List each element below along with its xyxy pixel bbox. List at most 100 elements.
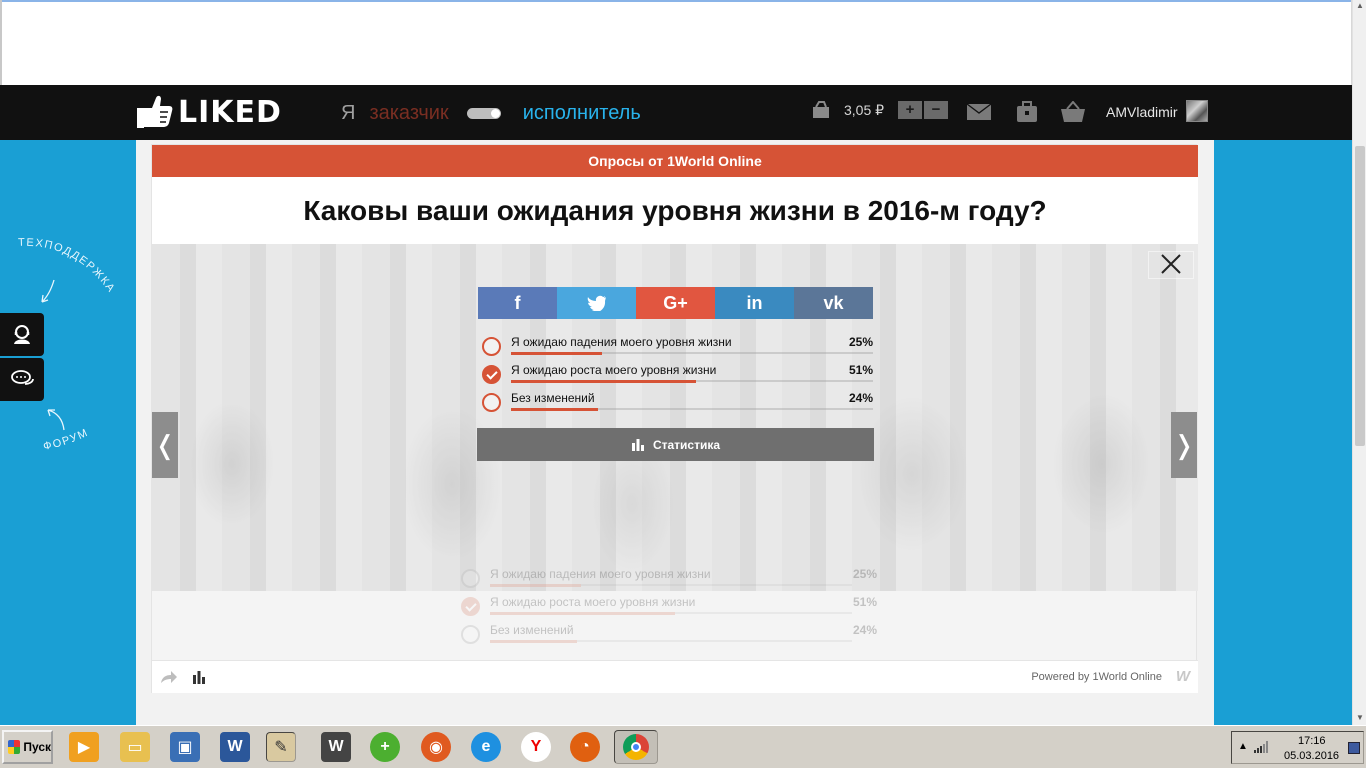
firefox-old-icon[interactable]: ◉	[421, 732, 451, 762]
clock-time[interactable]: 17:16	[1298, 735, 1326, 747]
facebook-share-button[interactable]: f	[478, 287, 557, 319]
poll-question: Каковы ваши ожидания уровня жизни в 2016…	[152, 177, 1198, 244]
linkedin-share-button[interactable]: in	[715, 287, 794, 319]
media-player-icon[interactable]: ▶	[69, 732, 99, 762]
withdraw-funds-button[interactable]: −	[924, 101, 948, 119]
hand-logo-icon	[137, 95, 173, 128]
ghost-option: Я ожидаю роста моего уровня жизни 51%	[457, 591, 877, 619]
option-label: Без изменений	[511, 391, 595, 405]
option-percent: 51%	[848, 363, 873, 377]
yandex-browser-icon[interactable]: Y	[521, 732, 551, 762]
chrome-icon[interactable]	[614, 730, 658, 764]
firefox-icon[interactable]: ◔	[570, 732, 600, 762]
svg-text:ФОРУМ: ФОРУМ	[42, 427, 90, 453]
computer-icon[interactable]: ▣	[170, 732, 200, 762]
keyboard-layout-icon[interactable]	[1348, 742, 1360, 754]
scroll-up-arrow-icon[interactable]: ▲	[1355, 0, 1365, 12]
ghost-option: Без изменений 24%	[457, 619, 877, 647]
forum-arrow-icon	[47, 409, 65, 431]
mail-icon[interactable]	[966, 103, 992, 121]
statistics-button[interactable]: Статистика	[477, 428, 874, 461]
paint-icon[interactable]: ✎	[266, 732, 296, 762]
twitter-share-button[interactable]	[557, 287, 636, 319]
linkedin-icon: in	[746, 292, 763, 313]
vk-share-button[interactable]: vk	[794, 287, 873, 319]
previous-poll-button[interactable]: ❬	[152, 412, 178, 478]
folder-icon[interactable]: ▭	[120, 732, 150, 762]
windows-taskbar: Пуск ▶ ▭ ▣ W ✎ W + ◉ e Y ◔ ▲ 17:16 05.03…	[0, 725, 1366, 768]
scroll-down-arrow-icon[interactable]: ▼	[1355, 712, 1365, 724]
option-label: Я ожидаю роста моего уровня жизни	[511, 363, 717, 377]
poll-footer: Powered by 1World Online W	[152, 660, 1198, 693]
ghost-option: Я ожидаю падения моего уровня жизни 25%	[457, 563, 877, 591]
option-result-bar	[511, 408, 598, 411]
browser-chrome	[0, 0, 1366, 85]
facebook-icon: f	[514, 292, 521, 313]
oneworld-logo[interactable]: W	[1176, 668, 1190, 685]
balance-amount: 3,05 ₽	[844, 102, 885, 118]
username[interactable]: AMVladimir	[1106, 104, 1178, 120]
option-percent: 25%	[848, 335, 873, 349]
wallet-icon[interactable]	[810, 99, 832, 121]
option-radio-checked[interactable]	[482, 365, 501, 384]
poll-option-3[interactable]: Без изменений 24%	[478, 387, 873, 415]
googleplus-icon: G+	[663, 292, 688, 313]
results-chart-icon[interactable]	[192, 670, 206, 684]
forum-label-text: ФОРУМ	[42, 427, 89, 453]
tray-expand-icon[interactable]: ▲	[1238, 741, 1248, 752]
operator-icon	[14, 325, 30, 344]
briefcase-icon[interactable]	[1014, 101, 1040, 123]
role-switcher: Я заказчик исполнитель	[341, 99, 641, 127]
option-result-bar	[511, 352, 602, 355]
option-radio[interactable]	[482, 337, 501, 356]
role-toggle[interactable]	[466, 107, 501, 119]
powered-by-link[interactable]: Powered by 1World Online	[1031, 671, 1162, 683]
googleplus-share-button[interactable]: G+	[636, 287, 715, 319]
support-label-text: ТЕХПОДДЕРЖКА	[18, 237, 116, 296]
svg-text:ТЕХПОДДЕРЖКА: ТЕХПОДДЕРЖКА	[18, 237, 118, 296]
internet-explorer-icon[interactable]: e	[471, 732, 501, 762]
next-poll-button[interactable]: ❭	[1171, 412, 1197, 478]
share-arrow-icon[interactable]	[160, 670, 178, 684]
user-avatar[interactable]	[1186, 100, 1208, 122]
plus-app-icon[interactable]: +	[370, 732, 400, 762]
start-button[interactable]: Пуск	[2, 730, 53, 764]
statistics-label: Статистика	[652, 437, 721, 452]
chat-bubbles-icon	[11, 370, 34, 385]
world-of-tanks-icon[interactable]: W	[321, 732, 351, 762]
windows-flag-icon	[8, 740, 21, 754]
scroll-thumb[interactable]	[1355, 146, 1365, 446]
support-arrow-icon	[41, 279, 55, 303]
option-label: Я ожидаю падения моего уровня жизни	[511, 335, 732, 349]
option-result-track	[511, 380, 873, 383]
role-executor-link[interactable]: исполнитель	[523, 102, 641, 125]
option-result-track	[511, 352, 873, 355]
poll-option-1[interactable]: Я ожидаю падения моего уровня жизни 25%	[478, 331, 873, 359]
forum-button[interactable]	[0, 358, 44, 401]
option-radio[interactable]	[482, 393, 501, 412]
browser-top-line	[0, 0, 1352, 2]
page-scrollbar[interactable]: ▲ ▼	[1352, 0, 1366, 725]
liked-logo[interactable]: LIKED	[136, 93, 282, 131]
forum-label[interactable]: ФОРУМ	[40, 404, 110, 454]
balance-controls: + −	[898, 101, 948, 119]
support-button[interactable]	[0, 313, 44, 356]
close-icon[interactable]	[1148, 251, 1194, 279]
support-label[interactable]: ТЕХПОДДЕРЖКА	[14, 232, 134, 322]
clock-date[interactable]: 05.03.2016	[1284, 750, 1339, 762]
basket-icon[interactable]	[1060, 101, 1086, 123]
browser-left-border	[0, 0, 2, 85]
twitter-icon	[586, 295, 606, 311]
logo-text: LIKED	[178, 94, 282, 130]
start-label: Пуск	[23, 740, 51, 754]
role-prefix: Я	[341, 101, 356, 124]
system-tray: ▲ 17:16 05.03.2016	[1231, 731, 1364, 764]
option-result-bar	[511, 380, 696, 383]
network-signal-icon[interactable]	[1254, 741, 1270, 753]
add-funds-button[interactable]: +	[898, 101, 922, 119]
site-header: LIKED Я заказчик исполнитель 3,05 ₽ + − …	[0, 85, 1352, 140]
role-customer-link[interactable]: заказчик	[369, 102, 448, 125]
poll-option-2[interactable]: Я ожидаю роста моего уровня жизни 51%	[478, 359, 873, 387]
word-icon[interactable]: W	[220, 732, 250, 762]
share-bar: f G+ in vk	[478, 287, 873, 319]
